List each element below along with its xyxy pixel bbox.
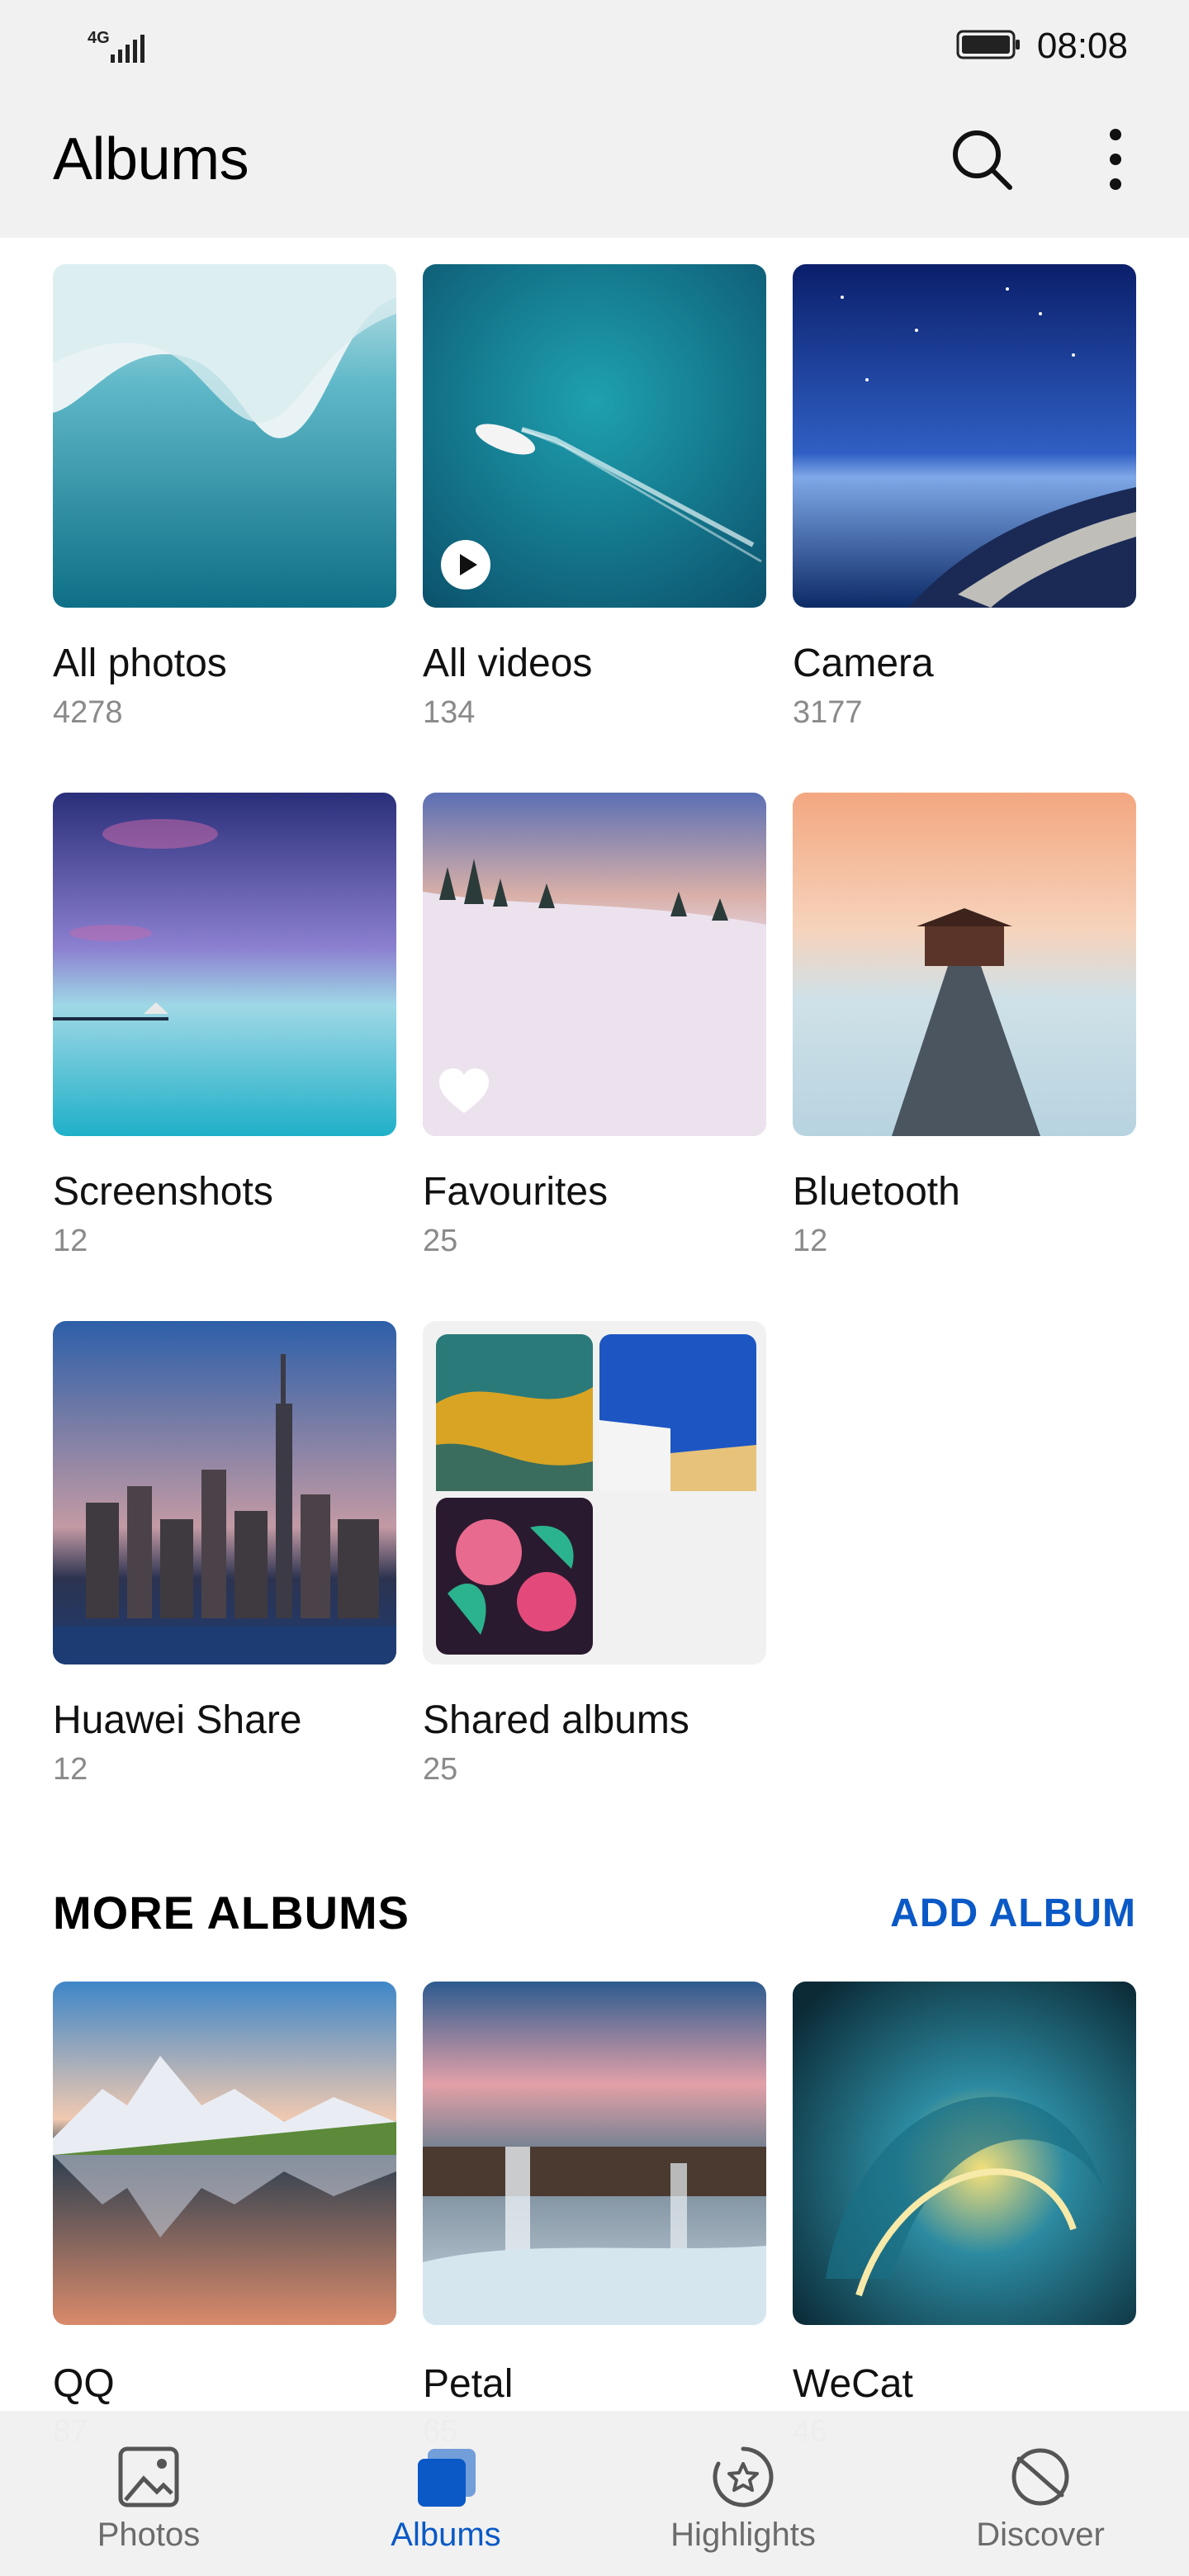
album-count: 12: [53, 1224, 88, 1258]
album-count: 25: [423, 1752, 458, 1787]
svg-text:4G: 4G: [88, 29, 110, 47]
photo-icon: [116, 2444, 182, 2510]
album-tile-huawei-share[interactable]: Huawei Share 12: [53, 1321, 396, 1787]
album-name: All videos: [423, 642, 593, 685]
album-name: Shared albums: [423, 1698, 689, 1742]
album-count: 3177: [793, 695, 863, 730]
album-name: Huawei Share: [53, 1698, 302, 1742]
album-name: Favourites: [423, 1170, 609, 1214]
highlights-star-icon: [710, 2444, 776, 2510]
album-tile-camera[interactable]: Camera 3177: [793, 264, 1136, 730]
album-count: 12: [793, 1224, 828, 1258]
album-thumbnail: [53, 793, 396, 1136]
album-tile-wecat[interactable]: WeCat 46: [793, 1982, 1136, 2449]
page-title: Albums: [53, 126, 249, 192]
album-count: 4278: [53, 695, 123, 730]
album-tile-favourites[interactable]: Favourites 25: [423, 793, 766, 1258]
nav-tab-highlights[interactable]: Highlights: [594, 2411, 892, 2576]
section-title-more-albums: MORE ALBUMS: [53, 1887, 410, 1939]
album-thumbnail: [53, 1982, 396, 2325]
album-name: WeCat: [793, 2362, 913, 2406]
album-tile-screenshots[interactable]: Screenshots 12: [53, 793, 396, 1258]
album-count: 12: [53, 1752, 88, 1787]
album-tile-qq[interactable]: QQ 87: [53, 1982, 396, 2449]
nav-tab-albums[interactable]: Albums: [297, 2411, 594, 2576]
nav-tab-photos[interactable]: Photos: [0, 2411, 297, 2576]
albums-icon: [413, 2444, 479, 2510]
album-tile-shared-albums[interactable]: Shared albums 25: [423, 1321, 766, 1787]
battery-icon: [956, 28, 1022, 65]
app-bar: Albums: [0, 92, 1189, 238]
album-thumbnail: [793, 793, 1136, 1136]
album-thumbnail: [423, 793, 766, 1136]
status-bar: 4G 08:08: [0, 0, 1189, 92]
album-thumbnail: [423, 1982, 766, 2325]
album-thumbnail: [423, 1321, 766, 1664]
nav-tab-discover[interactable]: Discover: [892, 2411, 1189, 2576]
add-album-button[interactable]: ADD ALBUM: [890, 1891, 1136, 1936]
album-tile-all-videos[interactable]: All videos 134: [423, 264, 766, 730]
discover-icon: [1007, 2444, 1073, 2510]
nav-label: Photos: [97, 2517, 201, 2553]
play-icon: [439, 538, 492, 591]
album-thumbnail: [793, 1982, 1136, 2325]
status-time: 08:08: [1036, 26, 1128, 66]
album-tile-petal[interactable]: Petal 65: [423, 1982, 766, 2449]
nav-label: Highlights: [670, 2517, 816, 2553]
album-thumbnail: [423, 264, 766, 608]
album-thumbnail: [53, 264, 396, 608]
album-name: All photos: [53, 642, 227, 685]
album-name: QQ: [53, 2362, 115, 2406]
album-count: 134: [423, 695, 476, 730]
album-tile-all-photos[interactable]: All photos 4278: [53, 264, 396, 730]
search-button[interactable]: [936, 116, 1027, 206]
nav-label: Albums: [391, 2517, 501, 2553]
more-vertical-icon: [1107, 126, 1124, 197]
bottom-navigation: Photos Albums Highlights Discover: [0, 2411, 1189, 2576]
nav-label: Discover: [976, 2517, 1105, 2553]
album-name: Screenshots: [53, 1170, 273, 1214]
album-tile-bluetooth[interactable]: Bluetooth 12: [793, 793, 1136, 1258]
search-icon: [949, 126, 1015, 197]
album-name: Bluetooth: [793, 1170, 960, 1214]
album-name: Petal: [423, 2362, 514, 2406]
album-thumbnail: [53, 1321, 396, 1664]
album-thumbnail: [793, 264, 1136, 608]
signal-icon: 4G: [86, 25, 152, 68]
more-options-button[interactable]: [1070, 116, 1161, 206]
album-name: Camera: [793, 642, 934, 685]
album-count: 25: [423, 1224, 458, 1258]
heart-icon: [438, 1067, 490, 1116]
